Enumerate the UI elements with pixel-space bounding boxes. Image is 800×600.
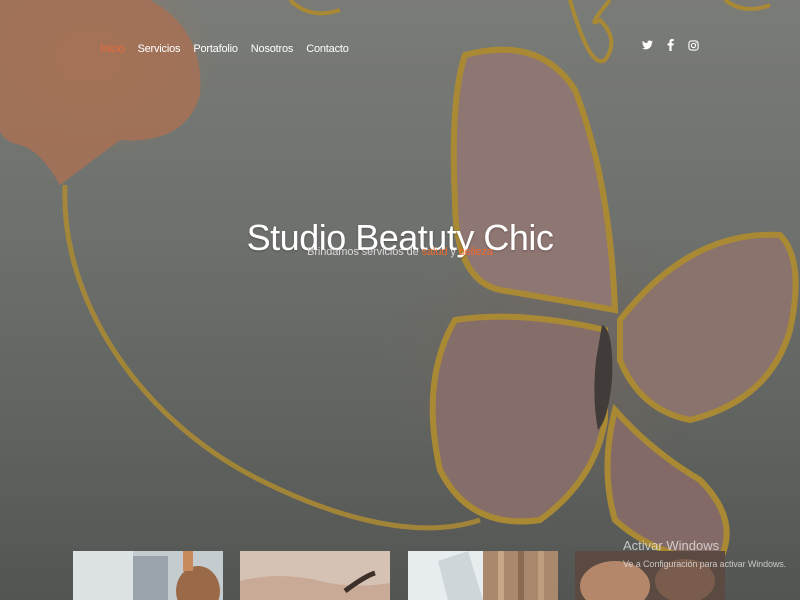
instagram-icon[interactable] [687, 38, 699, 52]
windows-activation-watermark: Activar Windows Ve a Configuración para … [623, 538, 786, 569]
twitter-icon[interactable] [641, 38, 653, 52]
subtitle-highlight-belleza: belleza [458, 246, 493, 258]
subtitle-highlight-salud: salud [421, 246, 448, 258]
service-card[interactable] [240, 551, 390, 600]
service-card[interactable] [73, 551, 223, 600]
subtitle-join: y [447, 246, 459, 258]
nav-item-nosotros[interactable]: Nosotros [251, 40, 294, 58]
main-nav: Inicio Servicios Portafolio Nosotros Con… [100, 40, 349, 58]
service-card[interactable] [408, 551, 558, 600]
watermark-title: Activar Windows [623, 538, 720, 553]
hero-background [0, 0, 800, 600]
social-links [641, 38, 699, 52]
hero-overlay [0, 0, 800, 600]
hero-subtitle: Brindamos servicios de salud y belleza [0, 246, 800, 258]
nav-item-servicios[interactable]: Servicios [137, 40, 180, 58]
nav-item-contacto[interactable]: Contacto [306, 40, 349, 58]
watermark-subtitle: Ve a Configuración para activar Windows. [623, 559, 787, 569]
nav-item-portafolio[interactable]: Portafolio [193, 40, 238, 58]
facebook-icon[interactable] [664, 38, 676, 52]
subtitle-prefix: Brindamos servicios de [307, 246, 422, 258]
nav-item-inicio[interactable]: Inicio [100, 40, 125, 58]
